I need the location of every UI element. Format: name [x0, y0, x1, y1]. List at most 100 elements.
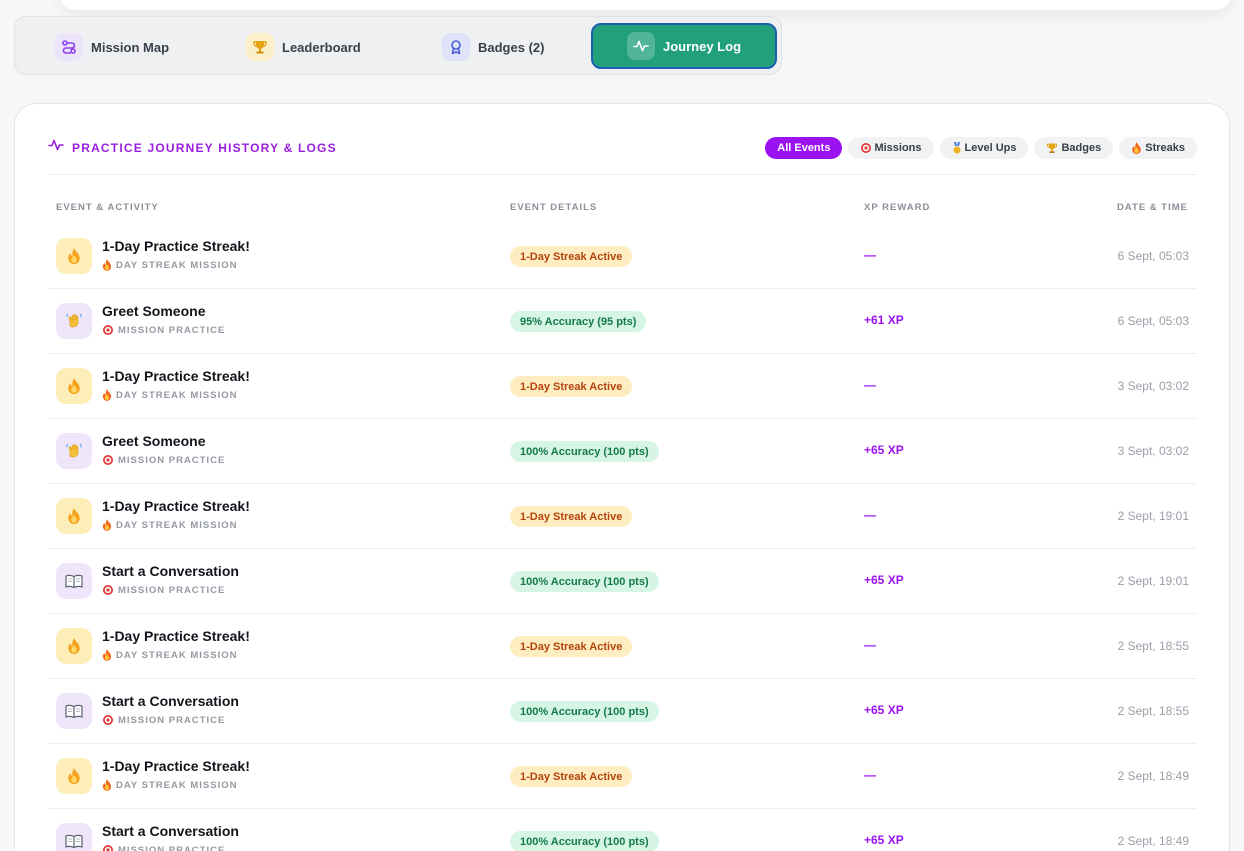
- filter-label: Streaks: [1145, 142, 1185, 154]
- event-type-label: DAY STREAK MISSION: [116, 779, 238, 791]
- event-detail-badge: 1-Day Streak Active: [510, 636, 633, 657]
- event-date: 6 Sept, 05:03: [1117, 249, 1189, 263]
- table-row: Start a Conversation MISSION PRACTICE 100%…: [48, 809, 1197, 851]
- event-title: Greet Someone: [102, 433, 206, 449]
- medal-icon: [442, 33, 470, 61]
- event-detail-badge: 100% Accuracy (100 pts): [510, 571, 659, 592]
- filter-streaks[interactable]: Streaks: [1119, 137, 1197, 159]
- panel-title: PRACTICE JOURNEY HISTORY & LOGS: [48, 138, 337, 157]
- event-type: DAY STREAK MISSION: [102, 779, 237, 791]
- fire-icon: [102, 779, 112, 791]
- journey-log-panel: PRACTICE JOURNEY HISTORY & LOGS All Even…: [14, 103, 1230, 851]
- event-detail-badge: 100% Accuracy (100 pts): [510, 441, 659, 462]
- target-icon: [102, 454, 114, 466]
- table-row: Greet Someone MISSION PRACTICE 95% Accurac…: [48, 289, 1197, 354]
- target-icon: [102, 714, 114, 726]
- event-filters: All Events Missions Level Ups Badges Str…: [765, 137, 1197, 159]
- filter-missions[interactable]: Missions: [848, 137, 934, 159]
- event-date: 3 Sept, 03:02: [1117, 379, 1189, 393]
- fire-icon: [102, 389, 112, 401]
- filter-badges[interactable]: Badges: [1034, 137, 1114, 159]
- tab-label: Badges (2): [478, 39, 545, 55]
- route-icon: [55, 33, 83, 61]
- wave-icon: [56, 433, 92, 469]
- table-row: Start a Conversation MISSION PRACTICE 100%…: [48, 679, 1197, 744]
- table-row: 1-Day Practice Streak! DAY STREAK MISSION…: [48, 614, 1197, 679]
- col-header-xp: XP REWARD: [864, 202, 931, 213]
- medal-icon: [952, 142, 962, 154]
- fire-icon: [1131, 142, 1142, 154]
- tab-badges[interactable]: Badges (2): [442, 24, 544, 70]
- event-title: Start a Conversation: [102, 823, 239, 839]
- event-title: 1-Day Practice Streak!: [102, 368, 250, 384]
- filter-label: All Events: [777, 142, 831, 154]
- fire-icon: [56, 368, 92, 404]
- table-row: Greet Someone MISSION PRACTICE 100% Accura…: [48, 419, 1197, 484]
- wave-icon: [56, 303, 92, 339]
- event-detail-badge: 100% Accuracy (100 pts): [510, 701, 659, 722]
- fire-icon: [102, 649, 112, 661]
- activity-icon: [48, 138, 64, 157]
- view-tabs: Mission Map Leaderboard Badges (2) Journ…: [14, 16, 782, 75]
- event-type-label: DAY STREAK MISSION: [116, 649, 238, 661]
- book-icon: [56, 823, 92, 851]
- event-type: MISSION PRACTICE: [102, 454, 225, 466]
- xp-reward: —: [864, 638, 876, 652]
- book-icon: [56, 563, 92, 599]
- tab-mission-map[interactable]: Mission Map: [55, 24, 169, 70]
- table-row: 1-Day Practice Streak! DAY STREAK MISSION…: [48, 484, 1197, 549]
- event-title: 1-Day Practice Streak!: [102, 238, 250, 254]
- trophy-icon: [1046, 142, 1058, 154]
- tab-leaderboard[interactable]: Leaderboard: [246, 24, 361, 70]
- xp-reward: +65 XP: [864, 443, 904, 457]
- xp-reward: +65 XP: [864, 833, 904, 847]
- xp-reward: +61 XP: [864, 313, 904, 327]
- target-icon: [102, 584, 114, 596]
- event-detail-badge: 95% Accuracy (95 pts): [510, 311, 647, 332]
- table-row: Start a Conversation MISSION PRACTICE 100%…: [48, 549, 1197, 614]
- target-icon: [102, 324, 114, 336]
- event-title: Greet Someone: [102, 303, 206, 319]
- event-date: 3 Sept, 03:02: [1117, 444, 1189, 458]
- event-type: DAY STREAK MISSION: [102, 259, 237, 271]
- event-type: MISSION PRACTICE: [102, 584, 225, 596]
- xp-reward: —: [864, 508, 876, 522]
- trophy-icon: [246, 33, 274, 61]
- filter-label: Missions: [874, 142, 922, 154]
- fire-icon: [56, 628, 92, 664]
- event-detail-badge: 1-Day Streak Active: [510, 246, 633, 267]
- event-type: DAY STREAK MISSION: [102, 649, 237, 661]
- filter-all-events[interactable]: All Events: [765, 137, 843, 159]
- event-title: Start a Conversation: [102, 693, 239, 709]
- event-detail-badge: 100% Accuracy (100 pts): [510, 831, 659, 851]
- event-type-label: DAY STREAK MISSION: [116, 519, 238, 531]
- tab-journey-log[interactable]: Journey Log: [591, 23, 777, 69]
- event-detail-badge: 1-Day Streak Active: [510, 376, 633, 397]
- event-title: Start a Conversation: [102, 563, 239, 579]
- panel-title-text: PRACTICE JOURNEY HISTORY & LOGS: [72, 140, 337, 155]
- event-type-label: MISSION PRACTICE: [118, 454, 226, 466]
- filter-level-ups[interactable]: Level Ups: [939, 137, 1029, 159]
- col-header-details: EVENT DETAILS: [510, 202, 598, 213]
- event-title: 1-Day Practice Streak!: [102, 628, 250, 644]
- event-date: 6 Sept, 05:03: [1117, 314, 1189, 328]
- event-type-label: MISSION PRACTICE: [118, 714, 226, 726]
- event-type-label: MISSION PRACTICE: [118, 584, 226, 596]
- col-header-event: EVENT & ACTIVITY: [56, 202, 159, 213]
- event-title: 1-Day Practice Streak!: [102, 498, 250, 514]
- fire-icon: [56, 758, 92, 794]
- xp-reward: —: [864, 248, 876, 262]
- filter-label: Badges: [1061, 142, 1102, 154]
- col-header-date: DATE & TIME: [1117, 202, 1188, 213]
- event-date: 2 Sept, 18:49: [1117, 769, 1189, 783]
- fire-icon: [102, 259, 112, 271]
- table-row: 1-Day Practice Streak! DAY STREAK MISSION…: [48, 354, 1197, 419]
- table-row: 1-Day Practice Streak! DAY STREAK MISSION…: [48, 744, 1197, 809]
- event-type: MISSION PRACTICE: [102, 324, 225, 336]
- event-date: 2 Sept, 18:55: [1117, 639, 1189, 653]
- tab-label: Leaderboard: [282, 39, 361, 55]
- event-date: 2 Sept, 19:01: [1117, 509, 1189, 523]
- event-type: MISSION PRACTICE: [102, 714, 225, 726]
- book-icon: [56, 693, 92, 729]
- event-title: 1-Day Practice Streak!: [102, 758, 250, 774]
